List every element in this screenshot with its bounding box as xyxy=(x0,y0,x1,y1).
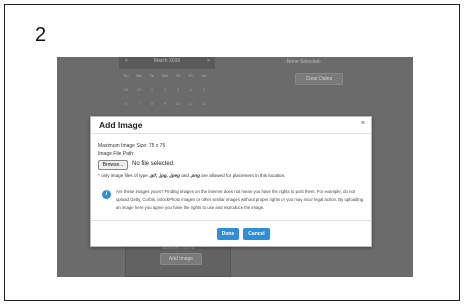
calendar-prev-button[interactable]: < xyxy=(125,58,128,64)
tutorial-frame: 2 < March 2016 > Su Mo Tu We Th Fr Sa 28… xyxy=(4,4,460,301)
calendar-week: 28 29 1 2 3 4 5 xyxy=(119,85,215,94)
allowed-types-note: * only image files of type .gif, .jpg, .… xyxy=(98,173,285,178)
dialog-footer-divider xyxy=(91,220,371,221)
calendar-day[interactable]: 1 xyxy=(146,87,158,92)
weekday-label: Tu xyxy=(149,73,155,78)
cancel-button[interactable]: Cancel xyxy=(243,228,270,240)
calendar-month-label: March 2016 xyxy=(153,58,181,64)
types-prefix: * only image files of type xyxy=(98,173,150,178)
file-status-text: No file selected. xyxy=(132,161,175,167)
types-suffix: are allowed for placement in this locati… xyxy=(199,173,286,178)
image-rights-notice: Are these images yours? Finding images o… xyxy=(116,189,364,210)
step-number: 2 xyxy=(35,24,47,46)
dialog-title: Add Image xyxy=(99,120,143,130)
calendar-day[interactable]: 6 xyxy=(120,101,132,106)
calendar-day[interactable]: 8 xyxy=(146,101,158,106)
browse-button[interactable]: Browse... xyxy=(98,160,128,170)
calendar-header: < March 2016 > xyxy=(119,57,215,69)
max-image-size-text: Maximum Image Size: 75 x 75 xyxy=(98,143,166,149)
calendar-day[interactable]: 5 xyxy=(198,87,210,92)
weekday-label: Su xyxy=(123,73,129,78)
calendar-day[interactable]: 11 xyxy=(185,101,197,106)
dialog-header: Add Image × xyxy=(91,117,371,134)
clear-dates-button[interactable]: Clear Dates xyxy=(295,73,343,85)
add-image-button[interactable]: Add Image xyxy=(160,253,202,265)
calendar-day[interactable]: 12 xyxy=(198,101,210,106)
image-file-path-label: Image File Path: xyxy=(98,151,135,157)
weekday-label: Mo xyxy=(136,73,142,78)
date-picker-calendar: < March 2016 > Su Mo Tu We Th Fr Sa 28 2… xyxy=(119,57,215,117)
weekday-label: Fr xyxy=(189,73,193,78)
add-image-dialog: Add Image × Maximum Image Size: 75 x 75 … xyxy=(90,116,372,247)
calendar-day[interactable]: 7 xyxy=(133,101,145,106)
allowed-types: .gif, .jpg, .jpeg xyxy=(149,173,180,178)
weekday-label: We xyxy=(162,73,168,78)
calendar-week: 6 7 8 9 10 11 12 xyxy=(119,99,215,108)
calendar-day[interactable]: 2 xyxy=(159,87,171,92)
calendar-day[interactable]: 28 xyxy=(120,87,132,92)
weekday-label: Th xyxy=(175,73,181,78)
close-icon[interactable]: × xyxy=(361,120,365,127)
weekday-label: Sa xyxy=(201,73,207,78)
calendar-day[interactable]: 4 xyxy=(185,87,197,92)
calendar-day[interactable]: 10 xyxy=(172,101,184,106)
calendar-day[interactable]: 29 xyxy=(133,87,145,92)
calendar-day[interactable]: 3 xyxy=(172,87,184,92)
calendar-day[interactable]: 9 xyxy=(159,101,171,106)
done-button[interactable]: Done xyxy=(217,228,239,240)
calendar-next-button[interactable]: > xyxy=(207,58,210,64)
calendar-weekdays: Su Mo Tu We Th Fr Sa xyxy=(119,71,215,80)
selected-dates-text: -None Selected- xyxy=(285,59,322,65)
info-icon: i xyxy=(102,190,111,199)
types-and: and xyxy=(179,173,191,178)
allowed-type-png: .png xyxy=(190,173,200,178)
